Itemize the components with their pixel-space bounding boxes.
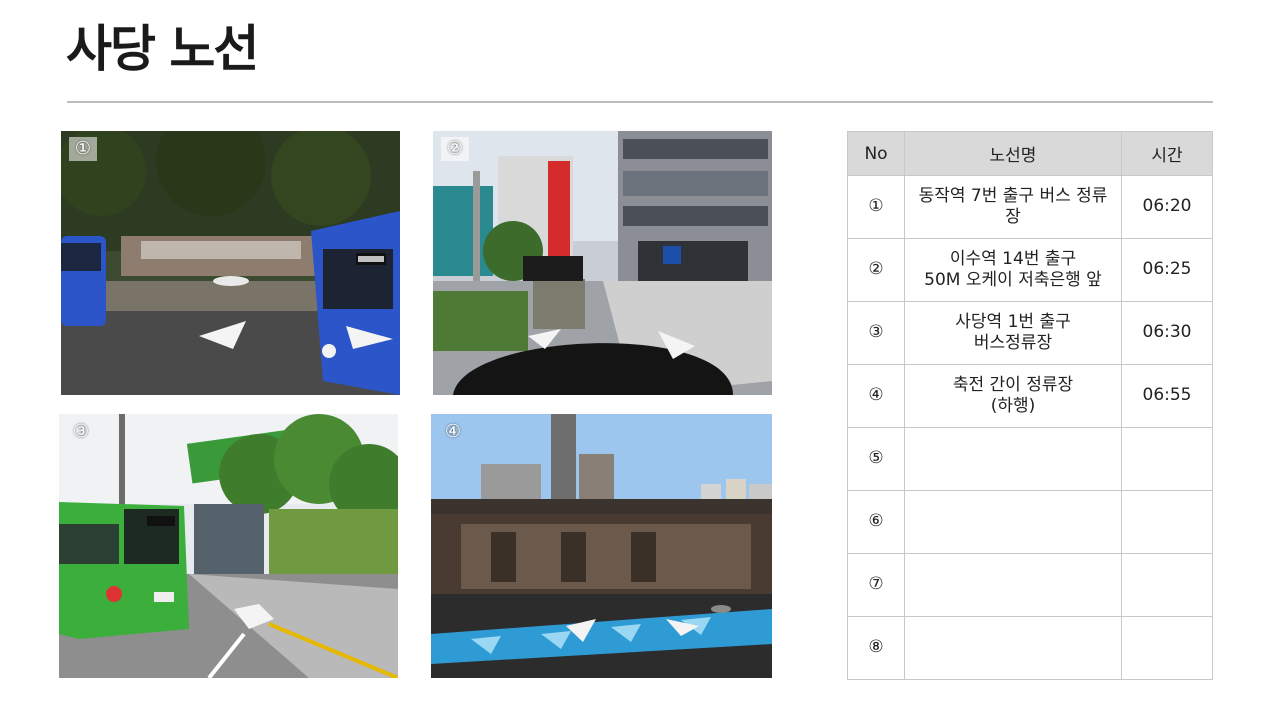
photo-1-number: ① <box>69 137 97 161</box>
title-divider <box>67 101 1213 103</box>
row-time: 06:20 <box>1121 175 1213 239</box>
table-row: ③ 사당역 1번 출구 버스정류장 06:30 <box>847 301 1213 365</box>
row-route: 동작역 7번 출구 버스 정류 장 <box>904 175 1122 239</box>
row-route <box>904 553 1122 617</box>
photo-3-image <box>59 414 398 678</box>
photo-1: ① <box>61 131 400 395</box>
table-row: ⑦ <box>847 553 1213 617</box>
row-time: 06:25 <box>1121 238 1213 302</box>
row-time: 06:55 <box>1121 364 1213 428</box>
photo-4-number: ④ <box>444 421 462 442</box>
row-no: ② <box>847 238 905 302</box>
photo-2-image <box>433 131 772 395</box>
row-no: ① <box>847 175 905 239</box>
row-route: 사당역 1번 출구 버스정류장 <box>904 301 1122 365</box>
row-no: ⑧ <box>847 616 905 680</box>
row-time <box>1121 553 1213 617</box>
row-time <box>1121 616 1213 680</box>
header-time: 시간 <box>1121 131 1213 176</box>
row-route: 이수역 14번 출구 50M 오케이 저축은행 앞 <box>904 238 1122 302</box>
row-route: 축전 간이 정류장 (하행) <box>904 364 1122 428</box>
page-title: 사당 노선 <box>66 20 259 78</box>
row-time: 06:30 <box>1121 301 1213 365</box>
row-time <box>1121 427 1213 491</box>
row-time <box>1121 490 1213 554</box>
photo-4: ④ <box>431 414 772 678</box>
row-no: ④ <box>847 364 905 428</box>
header-no: No <box>847 131 905 176</box>
table-row: ⑥ <box>847 490 1213 554</box>
photo-1-image <box>61 131 400 395</box>
photo-2-number: ② <box>441 137 469 161</box>
photo-4-image <box>431 414 772 678</box>
photo-2: ② <box>433 131 772 395</box>
photo-3: ③ <box>59 414 398 678</box>
row-route <box>904 490 1122 554</box>
row-no: ③ <box>847 301 905 365</box>
header-route: 노선명 <box>904 131 1122 176</box>
table-row: ① 동작역 7번 출구 버스 정류 장 06:20 <box>847 175 1213 239</box>
row-no: ⑦ <box>847 553 905 617</box>
table-row: ② 이수역 14번 출구 50M 오케이 저축은행 앞 06:25 <box>847 238 1213 302</box>
row-no: ⑥ <box>847 490 905 554</box>
table-row: ⑧ <box>847 616 1213 680</box>
row-route <box>904 616 1122 680</box>
table-header-row: No 노선명 시간 <box>847 131 1213 176</box>
row-route <box>904 427 1122 491</box>
table-row: ⑤ <box>847 427 1213 491</box>
row-no: ⑤ <box>847 427 905 491</box>
route-table: No 노선명 시간 ① 동작역 7번 출구 버스 정류 장 06:20 ② 이수… <box>847 131 1213 680</box>
table-row: ④ 축전 간이 정류장 (하행) 06:55 <box>847 364 1213 428</box>
photo-3-number: ③ <box>72 421 90 442</box>
